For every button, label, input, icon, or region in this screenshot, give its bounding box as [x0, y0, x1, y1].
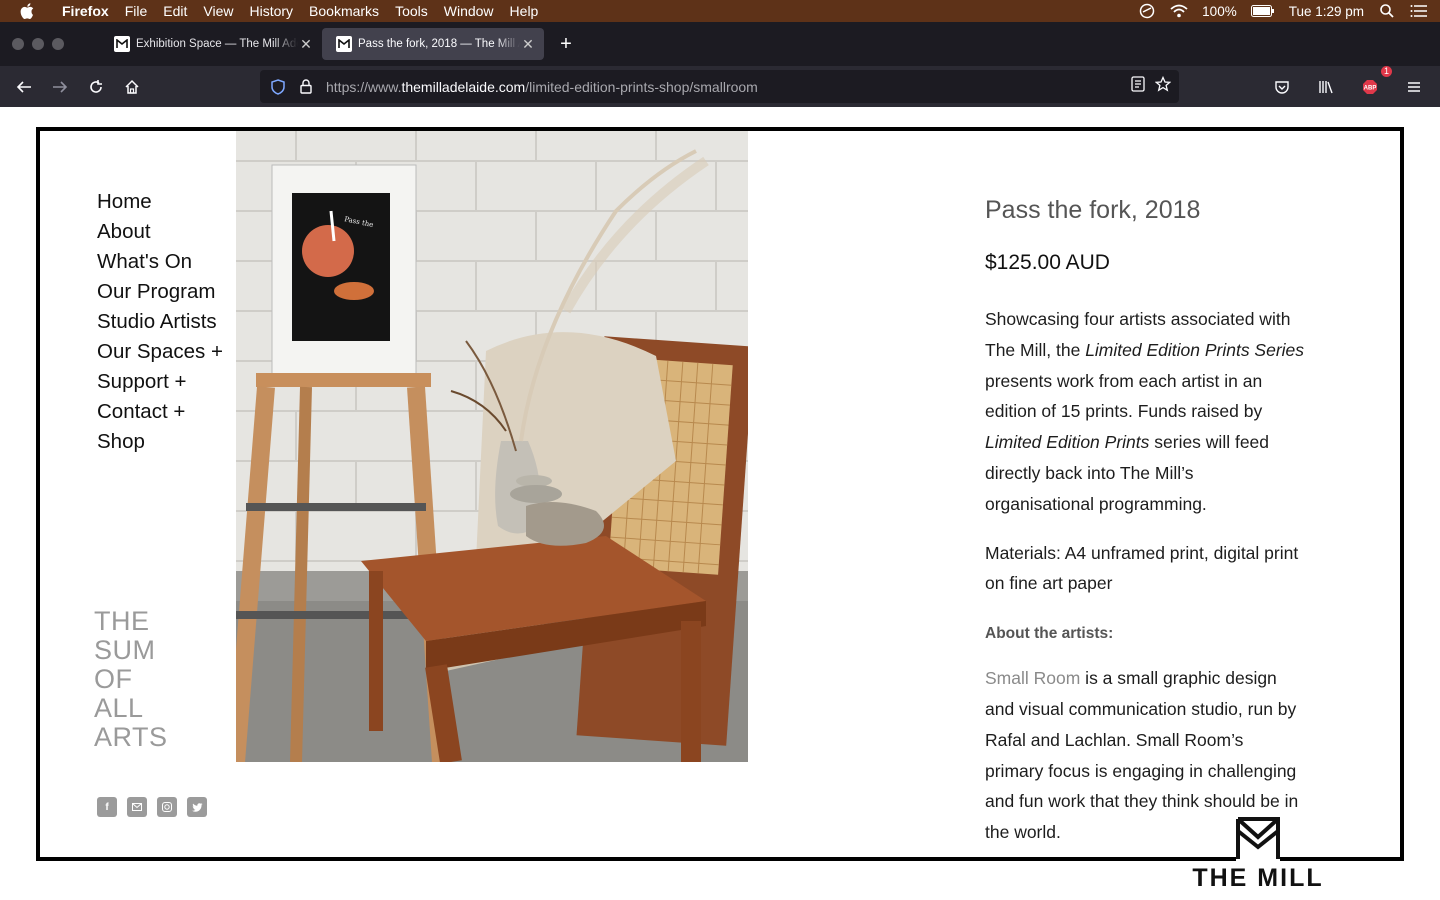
adblock-extension-icon[interactable]: ABP 1: [1352, 65, 1392, 102]
back-button[interactable]: [6, 72, 42, 102]
url-path: /limited-edition-prints-shop/smallroom: [525, 78, 758, 95]
menu-history[interactable]: History: [241, 0, 301, 22]
bookmark-star-icon[interactable]: [1154, 75, 1172, 97]
tab-title: Pass the fork, 2018 — The Mill Adelaide: [358, 38, 520, 50]
reload-button[interactable]: [78, 72, 114, 102]
battery-percent: 100%: [1202, 3, 1237, 19]
logo-wordmark: THE MILL: [1186, 864, 1330, 892]
mill-favicon-icon: [114, 36, 130, 52]
facebook-icon[interactable]: f: [97, 797, 117, 817]
nav-whats-on[interactable]: What's On: [97, 247, 223, 277]
window-controls: [0, 38, 100, 50]
spotlight-search-icon[interactable]: [1378, 3, 1396, 19]
home-button[interactable]: [114, 72, 150, 102]
focus-icon[interactable]: [1138, 3, 1156, 19]
minimize-window-button[interactable]: [32, 38, 44, 50]
pocket-icon[interactable]: [1264, 72, 1300, 102]
tagline-line: ALL: [94, 693, 144, 723]
desc-text: presents work from each artist in an edi…: [985, 370, 1263, 422]
about-artists-heading: About the artists:: [985, 625, 1114, 643]
tagline-line: OF: [94, 664, 133, 694]
menubar-clock: Tue 1:29 pm: [1288, 3, 1364, 19]
close-tab-icon[interactable]: ✕: [298, 36, 314, 53]
zoom-window-button[interactable]: [52, 38, 64, 50]
hamburger-menu-icon[interactable]: [1396, 72, 1432, 102]
macos-menu-bar: Firefox File Edit View History Bookmarks…: [0, 0, 1440, 22]
menu-bookmarks[interactable]: Bookmarks: [301, 0, 387, 22]
nav-support[interactable]: Support +: [97, 367, 223, 397]
nav-contact[interactable]: Contact +: [97, 397, 223, 427]
mill-logo-mark-icon: [1236, 817, 1280, 861]
tracking-protection-shield-icon[interactable]: [264, 78, 292, 95]
twitter-icon[interactable]: [187, 797, 207, 817]
nav-studio-artists[interactable]: Studio Artists: [97, 307, 223, 337]
battery-icon[interactable]: [1250, 3, 1275, 19]
library-icon[interactable]: [1308, 72, 1344, 102]
address-bar[interactable]: https://www.themilladelaide.com/limited-…: [260, 70, 1179, 103]
product-materials: Materials: A4 unframed print, digital pr…: [985, 542, 1299, 594]
control-center-icon[interactable]: [1410, 3, 1428, 19]
close-window-button[interactable]: [12, 38, 24, 50]
product-photo: Pass the: [236, 131, 748, 762]
artist-link[interactable]: Small Room: [985, 668, 1080, 688]
tab-title: Exhibition Space — The Mill Adelaide: [136, 38, 298, 50]
tab-pass-the-fork[interactable]: Pass the fork, 2018 — The Mill Adelaide …: [322, 28, 544, 60]
svg-text:ABP: ABP: [1364, 85, 1377, 91]
menu-tools[interactable]: Tools: [387, 0, 436, 22]
menu-app-name[interactable]: Firefox: [54, 0, 117, 22]
site-navigation: Home About What's On Our Program Studio …: [97, 187, 223, 457]
menu-window[interactable]: Window: [436, 0, 502, 22]
tagline-line: SUM: [94, 635, 156, 665]
nav-about[interactable]: About: [97, 217, 223, 247]
nav-shop[interactable]: Shop: [97, 427, 223, 457]
desc-emphasis: Limited Edition Prints Series: [1085, 339, 1305, 360]
nav-home[interactable]: Home: [97, 187, 223, 217]
tagline-line: ARTS: [94, 722, 168, 752]
menu-edit[interactable]: Edit: [155, 0, 195, 22]
reader-view-icon[interactable]: [1131, 76, 1145, 97]
menu-view[interactable]: View: [195, 0, 241, 22]
desc-emphasis: Limited Edition Prints: [985, 432, 1150, 453]
forward-button[interactable]: [42, 72, 78, 102]
email-icon[interactable]: [127, 797, 147, 817]
lock-icon[interactable]: [292, 79, 320, 94]
url-text[interactable]: https://www.themilladelaide.com/limited-…: [326, 79, 758, 95]
social-links: f: [97, 797, 207, 817]
nav-our-spaces[interactable]: Our Spaces +: [97, 337, 223, 367]
product-description: Showcasing four artists associated with …: [985, 304, 1305, 520]
navigation-toolbar: https://www.themilladelaide.com/limited-…: [0, 65, 1440, 107]
product-details: Pass the fork, 2018 $125.00 AUD Showcasi…: [985, 194, 1305, 848]
tagline-line: THE: [94, 606, 150, 636]
nav-our-program[interactable]: Our Program: [97, 277, 223, 307]
tab-exhibition-space[interactable]: Exhibition Space — The Mill Adelaide ✕: [100, 28, 322, 60]
apple-icon[interactable]: [0, 3, 54, 19]
tab-strip: Exhibition Space — The Mill Adelaide ✕ P…: [0, 22, 1440, 66]
menu-help[interactable]: Help: [502, 0, 547, 22]
close-tab-icon[interactable]: ✕: [520, 36, 536, 53]
extension-badge: 1: [1380, 65, 1392, 77]
product-price: $125.00 AUD: [985, 251, 1110, 274]
wifi-icon[interactable]: [1170, 3, 1188, 19]
the-mill-logo[interactable]: THE MILL: [1186, 817, 1330, 895]
url-domain: themilladelaide.com: [401, 78, 526, 95]
new-tab-button[interactable]: +: [556, 33, 576, 56]
url-prefix: https://www.: [326, 78, 402, 95]
product-title: Pass the fork, 2018: [985, 196, 1201, 224]
site-tagline: THE SUM OF ALL ARTS: [94, 607, 168, 752]
instagram-icon[interactable]: [157, 797, 177, 817]
mill-favicon-icon: [336, 36, 352, 52]
menu-file[interactable]: File: [117, 0, 156, 22]
